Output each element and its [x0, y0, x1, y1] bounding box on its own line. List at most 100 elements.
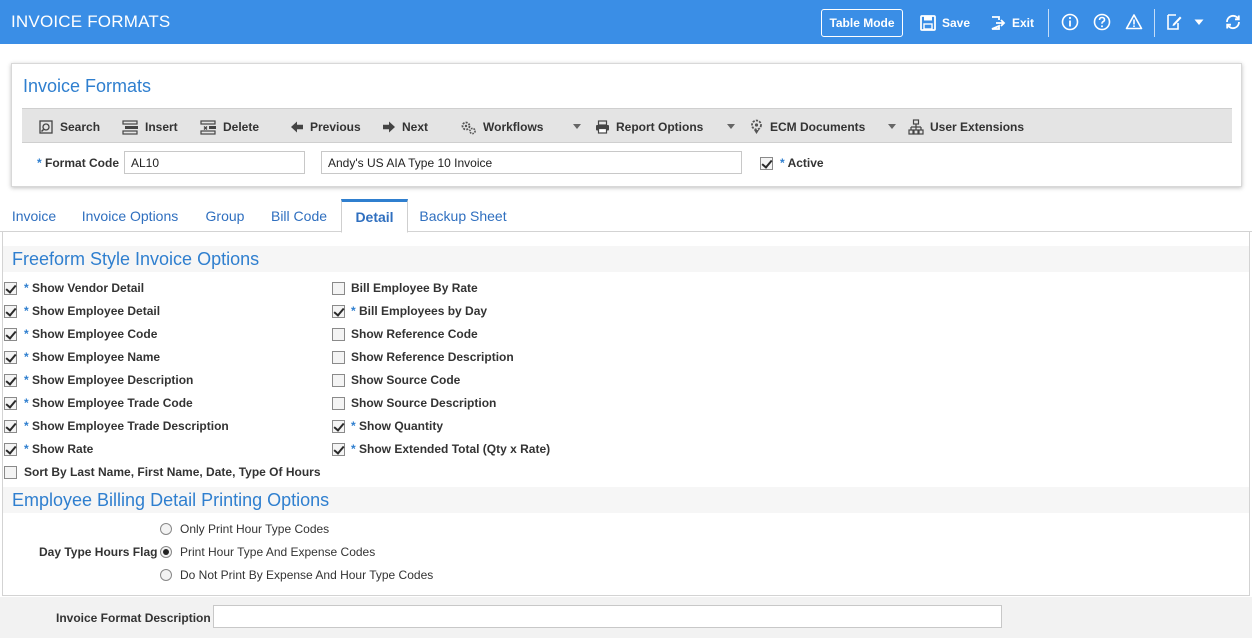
required-marker: * [24, 350, 33, 364]
tab-invoice-options[interactable]: Invoice Options [72, 199, 188, 232]
required-marker: * [24, 327, 33, 341]
help-icon[interactable] [1093, 13, 1111, 31]
tab-bill-code[interactable]: Bill Code [262, 199, 336, 232]
freeform-option-checkbox[interactable] [4, 351, 17, 364]
save-label: Save [942, 16, 971, 30]
freeform-option-label-text: Show Employee Detail [32, 304, 161, 318]
freeform-option-label: * Show Extended Total (Qty x Rate) [351, 442, 550, 456]
gears-icon [461, 121, 476, 134]
freeform-option-checkbox[interactable] [4, 374, 17, 387]
exit-button[interactable]: Exit [990, 13, 1034, 33]
user-extensions-button[interactable]: User Extensions [908, 118, 1024, 136]
arrow-right-icon [383, 121, 395, 133]
invoice-format-description-input[interactable] [213, 605, 1002, 628]
workflows-button[interactable]: Workflows [460, 118, 543, 136]
active-checkbox[interactable] [760, 157, 773, 170]
required-marker: * [351, 419, 360, 433]
edit-notes-icon[interactable] [1165, 13, 1183, 31]
hierarchy-icon [908, 119, 924, 135]
next-button[interactable]: Next [382, 118, 428, 136]
required-marker: * [351, 442, 360, 456]
freeform-option-checkbox[interactable] [4, 282, 17, 295]
info-icon[interactable] [1061, 13, 1079, 31]
day-type-hours-radio[interactable] [160, 546, 172, 558]
freeform-option-label-text: Sort By Last Name, First Name, Date, Typ… [24, 465, 321, 479]
freeform-option-checkbox[interactable] [4, 305, 17, 318]
freeform-option-label-text: Show Source Code [351, 373, 461, 387]
freeform-option-checkbox[interactable] [332, 443, 345, 456]
printer-icon [596, 120, 609, 134]
arrow-left-icon [291, 121, 303, 133]
workflows-label: Workflows [483, 120, 544, 134]
search-label: Search [60, 120, 101, 134]
user-extensions-label: User Extensions [930, 120, 1025, 134]
save-button[interactable]: Save [920, 13, 970, 33]
day-type-hours-radio-label: Do Not Print By Expense And Hour Type Co… [180, 568, 434, 582]
freeform-option-label-text: Show Quantity [359, 419, 444, 433]
freeform-option-label-text: Show Reference Code [351, 327, 478, 341]
freeform-option-checkbox[interactable] [4, 397, 17, 410]
toolbar-divider [1154, 9, 1155, 37]
freeform-option-label-text: Show Vendor Detail [32, 281, 145, 295]
freeform-option-checkbox[interactable] [332, 397, 345, 410]
record-toolbar: Search Insert Delete Previous Next Workf… [22, 108, 1232, 143]
header-panel: Invoice Formats Search Insert Delete Pre… [11, 63, 1242, 187]
required-marker: * [24, 442, 33, 456]
freeform-option-checkbox[interactable] [332, 420, 345, 433]
freeform-option-checkbox[interactable] [4, 328, 17, 341]
freeform-option-checkbox[interactable] [4, 443, 17, 456]
format-code-input[interactable] [124, 151, 305, 174]
freeform-option-checkbox[interactable] [332, 305, 345, 318]
active-label-text: Active [787, 156, 824, 170]
active-label: * Active [780, 156, 824, 170]
freeform-option-label-text: Show Source Description [351, 396, 497, 410]
freeform-option-label: * Show Employee Code [24, 327, 157, 341]
tab-backup-sheet[interactable]: Backup Sheet [412, 199, 514, 232]
tab-group[interactable]: Group [196, 199, 254, 232]
required-marker: * [24, 373, 33, 387]
day-type-hours-radio[interactable] [160, 523, 172, 535]
workflows-dropdown-icon[interactable] [573, 124, 581, 129]
report-options-button[interactable]: Report Options [595, 118, 703, 136]
required-marker: * [37, 156, 42, 170]
warning-icon[interactable] [1125, 13, 1143, 31]
previous-label: Previous [310, 120, 361, 134]
table-mode-button[interactable]: Table Mode [821, 9, 903, 37]
insert-button[interactable]: Insert [122, 118, 178, 136]
freeform-option-checkbox[interactable] [332, 351, 345, 364]
freeform-option-checkbox[interactable] [332, 282, 345, 295]
freeform-option-checkbox[interactable] [332, 374, 345, 387]
ecm-documents-dropdown-icon[interactable] [888, 124, 896, 129]
previous-button[interactable]: Previous [290, 118, 361, 136]
freeform-option-checkbox[interactable] [4, 466, 17, 479]
freeform-option-checkbox[interactable] [332, 328, 345, 341]
freeform-option-label-text: Bill Employees by Day [359, 304, 488, 318]
day-type-hours-radio-label: Print Hour Type And Expense Codes [180, 545, 376, 559]
search-button[interactable]: Search [39, 118, 100, 136]
freeform-option-label-text: Show Employee Code [32, 327, 158, 341]
freeform-option-label: * Show Employee Name [24, 350, 160, 364]
title-bar: INVOICE FORMATS Table Mode Save Exit [0, 0, 1252, 44]
required-marker: * [351, 304, 360, 318]
report-options-dropdown-icon[interactable] [727, 124, 735, 129]
refresh-icon[interactable] [1224, 13, 1242, 31]
detail-tab-content [2, 232, 1250, 596]
freeform-option-label: * Show Employee Trade Description [24, 419, 229, 433]
freeform-option-label-text: Bill Employee By Rate [351, 281, 478, 295]
chevron-down-icon[interactable] [1193, 16, 1205, 28]
toolbar-divider [1048, 9, 1049, 37]
freeform-option-checkbox[interactable] [4, 420, 17, 433]
day-type-hours-radio[interactable] [160, 569, 172, 581]
delete-row-icon [200, 119, 216, 135]
freeform-option-label: Show Reference Description [351, 350, 514, 364]
insert-row-icon [122, 119, 138, 135]
ecm-documents-button[interactable]: ECM Documents [749, 118, 865, 136]
search-icon [39, 119, 53, 134]
format-description-input[interactable] [321, 151, 742, 174]
delete-button[interactable]: Delete [200, 118, 259, 136]
tab-detail[interactable]: Detail [341, 199, 408, 233]
delete-label: Delete [223, 120, 260, 134]
required-marker: * [24, 396, 33, 410]
tab-invoice[interactable]: Invoice [4, 199, 64, 232]
format-code-label: * Format Code [37, 156, 119, 170]
